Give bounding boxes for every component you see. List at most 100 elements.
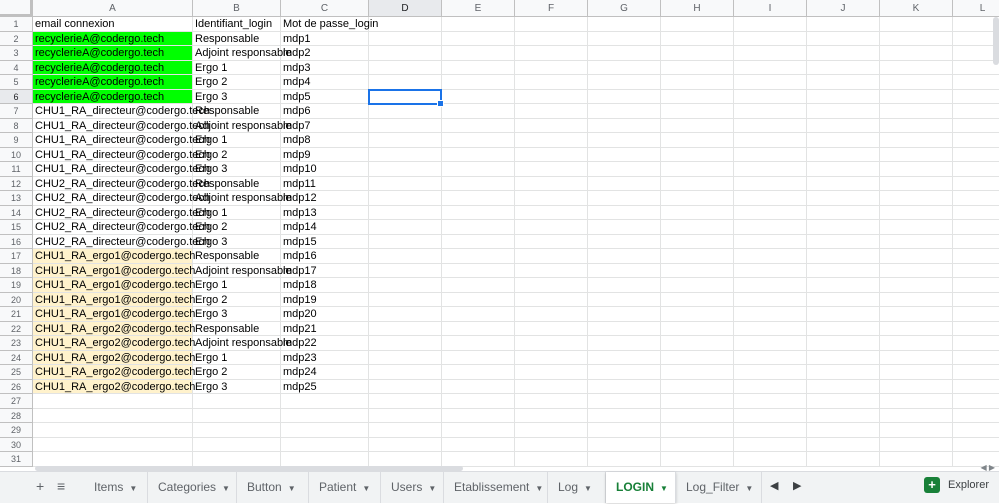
- row-header[interactable]: 4: [0, 60, 33, 75]
- cell-b27[interactable]: [193, 394, 281, 409]
- cell-g5[interactable]: [588, 75, 661, 90]
- cell-g11[interactable]: [588, 162, 661, 177]
- cell-b3[interactable]: Adjoint responsable: [193, 46, 292, 61]
- cell-h13[interactable]: [661, 191, 734, 206]
- cell-g22[interactable]: [588, 321, 661, 336]
- cell-f30[interactable]: [515, 437, 588, 452]
- cell-a18[interactable]: CHU1_RA_ergo1@codergo.tech: [33, 263, 195, 278]
- cell-h29[interactable]: [661, 423, 734, 438]
- cell-i1[interactable]: [734, 17, 807, 32]
- cell-i20[interactable]: [734, 292, 807, 307]
- cell-l10[interactable]: [953, 148, 999, 162]
- cell-d16[interactable]: [369, 234, 442, 249]
- cell-i6[interactable]: [734, 89, 807, 104]
- chevron-down-icon[interactable]: ▼: [288, 484, 296, 493]
- cell-e1[interactable]: [442, 17, 515, 32]
- cell-g13[interactable]: [588, 191, 661, 206]
- cell-h26[interactable]: [661, 379, 734, 394]
- cell-l21[interactable]: [953, 307, 999, 322]
- column-header-g[interactable]: G: [588, 0, 661, 17]
- cell-l19[interactable]: [953, 278, 999, 293]
- cell-j29[interactable]: [807, 423, 880, 438]
- cell-h1[interactable]: [661, 17, 734, 32]
- row-header[interactable]: 31: [0, 452, 33, 467]
- cell-f18[interactable]: [515, 263, 588, 278]
- cell-i19[interactable]: [734, 278, 807, 293]
- cell-i24[interactable]: [734, 350, 807, 365]
- cell-e28[interactable]: [442, 408, 515, 423]
- cell-h21[interactable]: [661, 307, 734, 322]
- chevron-down-icon[interactable]: ▼: [362, 484, 370, 493]
- cell-i11[interactable]: [734, 162, 807, 177]
- cell-i27[interactable]: [734, 394, 807, 409]
- cell-e13[interactable]: [442, 191, 515, 206]
- cell-j18[interactable]: [807, 263, 880, 278]
- cell-b19[interactable]: Ergo 1: [193, 278, 281, 293]
- column-header-j[interactable]: J: [807, 0, 880, 17]
- cell-g31[interactable]: [588, 452, 661, 467]
- cell-g4[interactable]: [588, 60, 661, 75]
- cell-j7[interactable]: [807, 104, 880, 119]
- chevron-down-icon[interactable]: ▼: [584, 484, 592, 493]
- column-header-c[interactable]: C: [281, 0, 369, 17]
- cell-d22[interactable]: [369, 321, 442, 336]
- cell-f23[interactable]: [515, 336, 588, 351]
- cell-k29[interactable]: [880, 423, 953, 438]
- cell-j15[interactable]: [807, 220, 880, 235]
- cell-d7[interactable]: [369, 104, 442, 119]
- cell-d14[interactable]: [369, 205, 442, 220]
- cell-c21[interactable]: mdp20: [281, 307, 369, 322]
- cell-e5[interactable]: [442, 75, 515, 90]
- chevron-down-icon[interactable]: ▼: [222, 484, 230, 493]
- cell-c25[interactable]: mdp24: [281, 365, 369, 380]
- cell-j4[interactable]: [807, 60, 880, 75]
- column-header-f[interactable]: F: [515, 0, 588, 17]
- cell-k14[interactable]: [880, 205, 953, 220]
- tab-categories[interactable]: Categories ▼: [148, 472, 237, 503]
- cell-f28[interactable]: [515, 408, 588, 423]
- cell-g30[interactable]: [588, 437, 661, 452]
- cell-g3[interactable]: [588, 46, 661, 61]
- row-header[interactable]: 22: [0, 321, 33, 336]
- cell-b20[interactable]: Ergo 2: [193, 292, 281, 307]
- column-header-b[interactable]: B: [193, 0, 281, 17]
- cell-k7[interactable]: [880, 104, 953, 119]
- row-header[interactable]: 24: [0, 350, 33, 365]
- cell-i23[interactable]: [734, 336, 807, 351]
- cell-l17[interactable]: [953, 249, 999, 264]
- cell-l6[interactable]: [953, 90, 999, 104]
- cell-f10[interactable]: [515, 147, 588, 162]
- cell-a15[interactable]: CHU2_RA_directeur@codergo.tech: [33, 220, 210, 235]
- cell-a16[interactable]: CHU2_RA_directeur@codergo.tech: [33, 234, 210, 249]
- cell-g17[interactable]: [588, 249, 661, 264]
- cell-h8[interactable]: [661, 118, 734, 133]
- row-header[interactable]: 15: [0, 220, 33, 235]
- cell-d17[interactable]: [369, 249, 442, 264]
- cell-c20[interactable]: mdp19: [281, 292, 369, 307]
- cell-d18[interactable]: [369, 263, 442, 278]
- cell-k2[interactable]: [880, 31, 953, 46]
- cell-g10[interactable]: [588, 147, 661, 162]
- spreadsheet-grid[interactable]: A B C D E F G H I J K L 1 email connexion Identifiant_…: [0, 0, 999, 467]
- cell-h24[interactable]: [661, 350, 734, 365]
- tab-scroll-left-icon[interactable]: ◀: [770, 479, 778, 492]
- cell-j22[interactable]: [807, 321, 880, 336]
- cell-k17[interactable]: [880, 249, 953, 264]
- cell-c17[interactable]: mdp16: [281, 249, 369, 264]
- cell-l26[interactable]: [953, 380, 999, 394]
- cell-d20[interactable]: [369, 292, 442, 307]
- cell-l25[interactable]: [953, 365, 999, 380]
- cell-h18[interactable]: [661, 263, 734, 278]
- cell-i14[interactable]: [734, 205, 807, 220]
- cell-j8[interactable]: [807, 118, 880, 133]
- cell-g28[interactable]: [588, 408, 661, 423]
- cell-k11[interactable]: [880, 162, 953, 177]
- cell-e31[interactable]: [442, 452, 515, 467]
- cell-k1[interactable]: [880, 17, 953, 32]
- cell-d27[interactable]: [369, 394, 442, 409]
- cell-e27[interactable]: [442, 394, 515, 409]
- column-header-h[interactable]: H: [661, 0, 734, 17]
- cell-i21[interactable]: [734, 307, 807, 322]
- cell-j6[interactable]: [807, 89, 880, 104]
- row-header[interactable]: 25: [0, 365, 33, 380]
